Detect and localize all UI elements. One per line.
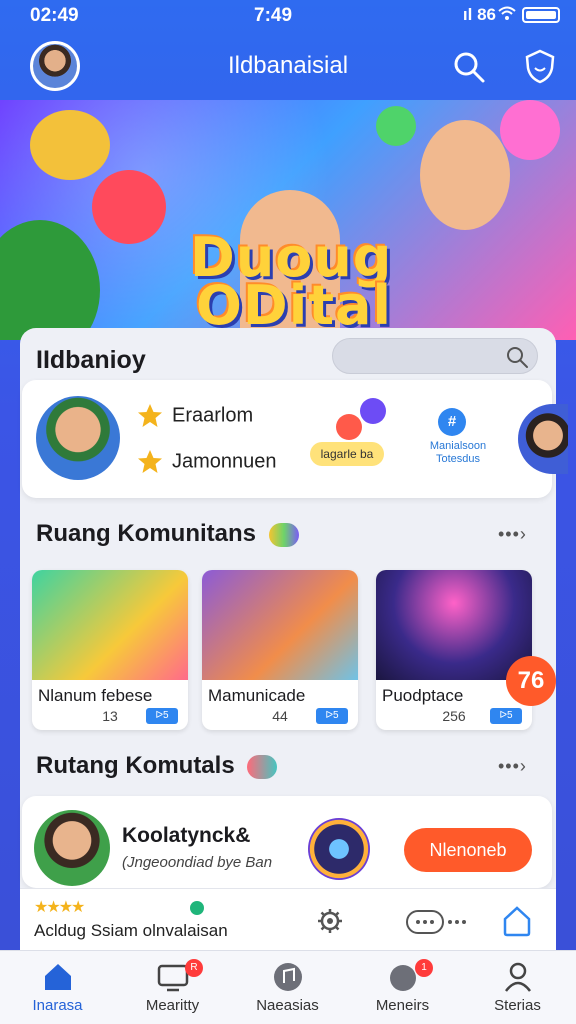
nav-label: Mearitty bbox=[145, 997, 200, 1014]
nav-item-members[interactable]: 1 Meneirs bbox=[345, 951, 460, 1024]
see-all-button[interactable]: •••› bbox=[498, 524, 527, 545]
nav-item-community[interactable]: R Mearitty bbox=[115, 951, 230, 1024]
nav-label: Naeasias bbox=[256, 997, 319, 1014]
room-name: Puodptace bbox=[382, 686, 464, 705]
wifi-icon bbox=[498, 6, 516, 20]
section-title-rooms: Rutang Komutals bbox=[36, 752, 278, 780]
hashtag-icon: # bbox=[438, 408, 466, 436]
room-badge: ᐅ5 bbox=[146, 708, 178, 724]
home-icon bbox=[45, 964, 71, 990]
character-illustration bbox=[30, 110, 110, 180]
tag-pill[interactable]: lagarle ba bbox=[310, 442, 384, 466]
profile-icon bbox=[505, 962, 531, 992]
home-outline-icon[interactable] bbox=[502, 905, 532, 937]
battery-icon bbox=[522, 7, 560, 23]
room-thumbnail bbox=[32, 570, 188, 680]
nav-item-home[interactable]: Inarasa bbox=[0, 951, 115, 1024]
stat-label: Eraarlom bbox=[172, 404, 254, 427]
see-all-button[interactable]: •••› bbox=[498, 756, 527, 777]
nav-label: Meneirs bbox=[375, 997, 430, 1014]
hot-badge: 76 bbox=[506, 656, 556, 706]
nav-label: Inarasa bbox=[32, 997, 83, 1014]
section-emoji-icon bbox=[268, 522, 299, 547]
review-text: Acldug Ssiam olnvalaisan bbox=[34, 921, 228, 940]
star-icon bbox=[138, 450, 162, 473]
main-panel: IIdbanioy Eraarlom Jamonnuen lagarle ba … bbox=[20, 328, 568, 888]
emoji-illustration bbox=[92, 170, 166, 244]
music-note-icon bbox=[360, 398, 386, 424]
hero-banner[interactable]: Duoug ODital bbox=[0, 100, 576, 340]
online-dot-icon bbox=[190, 901, 204, 915]
profile-card[interactable]: Eraarlom Jamonnuen lagarle ba # Manialso… bbox=[22, 380, 568, 498]
nav-label: Sterias bbox=[494, 997, 541, 1014]
featured-user-description: (Jngeoondiad bye Ban bbox=[122, 854, 273, 871]
nav-item-profile[interactable]: Sterias bbox=[460, 951, 575, 1024]
featured-user-card[interactable]: Koolatynck& (Jngeoondiad bye Ban Nlenone… bbox=[22, 796, 552, 888]
stat-label: Jamonnuen bbox=[172, 450, 277, 473]
profile-avatar[interactable] bbox=[36, 396, 120, 480]
side-avatar[interactable] bbox=[518, 404, 568, 474]
room-card[interactable]: Nlanum febese 13 ᐅ5 bbox=[32, 570, 188, 730]
room-badge: ᐅ5 bbox=[316, 708, 348, 724]
featured-user-name: Koolatynck& bbox=[122, 824, 251, 847]
info-label[interactable]: Manialsoon Totesdus bbox=[412, 440, 504, 480]
stat-row: Eraarlom bbox=[136, 402, 253, 430]
record-icon bbox=[336, 414, 362, 440]
cta-button[interactable]: Nlenoneb bbox=[404, 828, 532, 872]
review-strip: ★★★★ Acldug Ssiam olnvalaisan bbox=[20, 888, 556, 950]
featured-user-avatar[interactable] bbox=[34, 810, 110, 886]
music-icon bbox=[274, 963, 302, 991]
room-card[interactable]: Puodptace 256 ᐅ5 bbox=[376, 570, 532, 730]
section-title-text: Rutang Komutals bbox=[36, 752, 235, 779]
hero-title-line2: ODital bbox=[196, 274, 393, 337]
search-icon bbox=[507, 347, 528, 368]
search-input[interactable] bbox=[332, 338, 538, 374]
room-thumbnail bbox=[202, 570, 358, 680]
status-time-center: 7:49 bbox=[254, 5, 293, 26]
notification-badge: 1 bbox=[415, 959, 433, 977]
music-note-icon bbox=[376, 106, 416, 146]
chat-icon[interactable] bbox=[406, 909, 468, 935]
room-name: Nlanum febese bbox=[38, 686, 153, 705]
room-badge: ᐅ5 bbox=[490, 708, 522, 724]
panel-heading: IIdbanioy bbox=[36, 346, 146, 374]
palm-tree-illustration bbox=[0, 220, 100, 340]
room-thumbnail bbox=[376, 570, 532, 680]
star-icon bbox=[138, 404, 162, 427]
stat-row: Jamonnuen bbox=[136, 448, 277, 476]
bubble-illustration bbox=[500, 100, 560, 160]
status-bar: 02:49 7:49 ıl 86 bbox=[0, 0, 576, 30]
app-header: Ildbanaisial bbox=[0, 36, 576, 96]
search-icon[interactable] bbox=[452, 50, 486, 84]
section-title-text: Ruang Komunitans bbox=[36, 520, 256, 547]
guitarist-illustration bbox=[420, 120, 510, 230]
camera-icon[interactable] bbox=[308, 818, 370, 880]
room-card[interactable]: Mamunicade 44 ᐅ5 bbox=[202, 570, 358, 730]
bottom-nav: Inarasa R Mearitty Naeasias 1 Meneirs St… bbox=[0, 950, 576, 1024]
room-name: Mamunicade bbox=[208, 686, 306, 705]
nav-item-music[interactable]: Naeasias bbox=[230, 951, 345, 1024]
signal-indicator: ıl 86 bbox=[462, 5, 496, 24]
section-title-communities: Ruang Komunitans bbox=[36, 520, 299, 548]
notification-badge: R bbox=[185, 959, 203, 977]
status-time-left: 02:49 bbox=[30, 5, 79, 26]
section-emoji-icon bbox=[247, 754, 278, 779]
hero-title: Duoug ODital bbox=[190, 230, 392, 334]
rating-stars: ★★★★ bbox=[34, 899, 85, 916]
gear-icon[interactable] bbox=[316, 907, 344, 935]
app-title: Ildbanaisial bbox=[227, 52, 349, 79]
shield-icon[interactable] bbox=[522, 48, 558, 84]
